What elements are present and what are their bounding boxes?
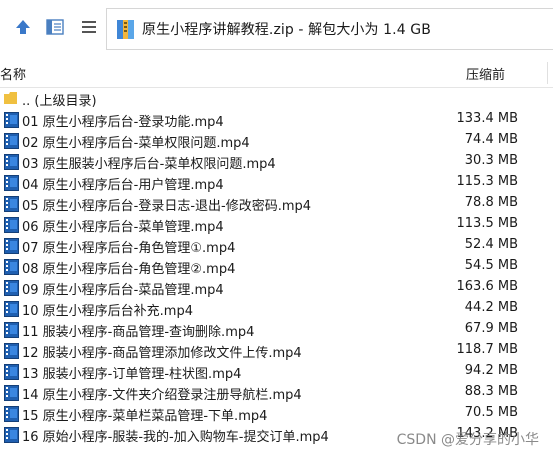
file-name: 03 原生服装小程序后台-菜单权限问题.mp4: [22, 157, 276, 172]
file-row[interactable]: 09 原生小程序后台-菜品管理.mp4 163.6 MB: [0, 277, 553, 298]
list-view-icon: [46, 19, 64, 35]
file-size: 115.3 MB: [456, 174, 518, 189]
column-size-header[interactable]: 压缩前: [466, 64, 505, 83]
file-size: 70.5 MB: [464, 405, 518, 420]
file-name: 07 原生小程序后台-角色管理①.mp4: [22, 241, 236, 256]
file-name: 15 原生小程序-菜单栏菜品管理-下单.mp4: [22, 409, 268, 424]
file-size: 133.4 MB: [456, 111, 518, 126]
file-name: 05 原生小程序后台-登录日志-退出-修改密码.mp4: [22, 199, 312, 214]
address-bar[interactable]: 原生小程序讲解教程.zip - 解包大小为 1.4 GB: [106, 8, 553, 50]
video-file-icon: [4, 280, 19, 296]
column-name-header[interactable]: 名称: [0, 64, 26, 83]
toolbar: 原生小程序讲解教程.zip - 解包大小为 1.4 GB: [0, 0, 553, 58]
file-row[interactable]: 11 服装小程序-商品管理-查询删除.mp4 67.9 MB: [0, 319, 553, 340]
video-file-icon: [4, 217, 19, 233]
video-file-icon: [4, 301, 19, 317]
arrow-up-icon: [16, 20, 30, 34]
file-row[interactable]: 06 原生小程序后台-菜单管理.mp4 113.5 MB: [0, 214, 553, 235]
video-file-icon: [4, 154, 19, 170]
file-row[interactable]: 03 原生服装小程序后台-菜单权限问题.mp4 30.3 MB: [0, 151, 553, 172]
video-file-icon: [4, 427, 19, 443]
video-file-icon: [4, 112, 19, 128]
file-name: 02 原生小程序后台-菜单权限问题.mp4: [22, 136, 250, 151]
file-size: 52.4 MB: [464, 237, 518, 252]
file-row[interactable]: 14 原生小程序-文件夹介绍登录注册导航栏.mp4 88.3 MB: [0, 382, 553, 403]
view-mode-button[interactable]: [42, 14, 68, 40]
file-name: 06 原生小程序后台-菜单管理.mp4: [22, 220, 224, 235]
file-size: 54.5 MB: [464, 258, 518, 273]
zip-archive-icon: [117, 20, 134, 39]
file-name: 01 原生小程序后台-登录功能.mp4: [22, 115, 224, 130]
video-file-icon: [4, 238, 19, 254]
go-up-button[interactable]: [10, 14, 36, 40]
file-size: 118.7 MB: [456, 342, 518, 357]
file-row[interactable]: 05 原生小程序后台-登录日志-退出-修改密码.mp4 78.8 MB: [0, 193, 553, 214]
file-size: 94.2 MB: [464, 363, 518, 378]
column-divider[interactable]: [547, 62, 548, 84]
video-file-icon: [4, 175, 19, 191]
file-name: 13 服装小程序-订单管理-柱状图.mp4: [22, 367, 242, 382]
file-row[interactable]: 02 原生小程序后台-菜单权限问题.mp4 74.4 MB: [0, 130, 553, 151]
video-file-icon: [4, 406, 19, 422]
file-name: 16 原始小程序-服装-我的-加入购物车-提交订单.mp4: [22, 430, 329, 445]
file-row[interactable]: 13 服装小程序-订单管理-柱状图.mp4 94.2 MB: [0, 361, 553, 382]
parent-directory-label: .. (上级目录): [22, 94, 97, 109]
file-size: 67.9 MB: [464, 321, 518, 336]
file-name: 14 原生小程序-文件夹介绍登录注册导航栏.mp4: [22, 388, 302, 403]
address-text: 原生小程序讲解教程.zip - 解包大小为 1.4 GB: [142, 22, 431, 38]
file-size: 163.6 MB: [456, 279, 518, 294]
file-row[interactable]: 07 原生小程序后台-角色管理①.mp4 52.4 MB: [0, 235, 553, 256]
file-list: .. (上级目录) 01 原生小程序后台-登录功能.mp4 133.4 MB 02 …: [0, 88, 553, 445]
file-name: 04 原生小程序后台-用户管理.mp4: [22, 178, 224, 193]
video-file-icon: [4, 364, 19, 380]
file-row[interactable]: 10 原生小程序后台补充.mp4 44.2 MB: [0, 298, 553, 319]
file-row[interactable]: 12 服装小程序-商品管理添加修改文件上传.mp4 118.7 MB: [0, 340, 553, 361]
video-file-icon: [4, 322, 19, 338]
file-size: 113.5 MB: [456, 216, 518, 231]
video-file-icon: [4, 343, 19, 359]
file-name: 08 原生小程序后台-角色管理②.mp4: [22, 262, 236, 277]
file-name: 10 原生小程序后台补充.mp4: [22, 304, 193, 319]
file-row[interactable]: 01 原生小程序后台-登录功能.mp4 133.4 MB: [0, 109, 553, 130]
menu-icon: [82, 21, 96, 33]
file-size: 44.2 MB: [464, 300, 518, 315]
file-name: 11 服装小程序-商品管理-查询删除.mp4: [22, 325, 255, 340]
file-name: 12 服装小程序-商品管理添加修改文件上传.mp4: [22, 346, 302, 361]
video-file-icon: [4, 133, 19, 149]
folder-icon: [4, 92, 17, 104]
file-name: 09 原生小程序后台-菜品管理.mp4: [22, 283, 224, 298]
video-file-icon: [4, 259, 19, 275]
column-header: 名称 压缩前: [0, 58, 553, 88]
menu-button[interactable]: [76, 14, 102, 40]
video-file-icon: [4, 385, 19, 401]
file-size: 78.8 MB: [464, 195, 518, 210]
file-size: 74.4 MB: [464, 132, 518, 147]
file-size: 88.3 MB: [464, 384, 518, 399]
file-size: 30.3 MB: [464, 153, 518, 168]
file-row[interactable]: 15 原生小程序-菜单栏菜品管理-下单.mp4 70.5 MB: [0, 403, 553, 424]
watermark: CSDN @爱分享的小华: [396, 432, 539, 448]
video-file-icon: [4, 196, 19, 212]
parent-directory-row[interactable]: .. (上级目录): [0, 88, 553, 109]
file-row[interactable]: 08 原生小程序后台-角色管理②.mp4 54.5 MB: [0, 256, 553, 277]
file-row[interactable]: 04 原生小程序后台-用户管理.mp4 115.3 MB: [0, 172, 553, 193]
